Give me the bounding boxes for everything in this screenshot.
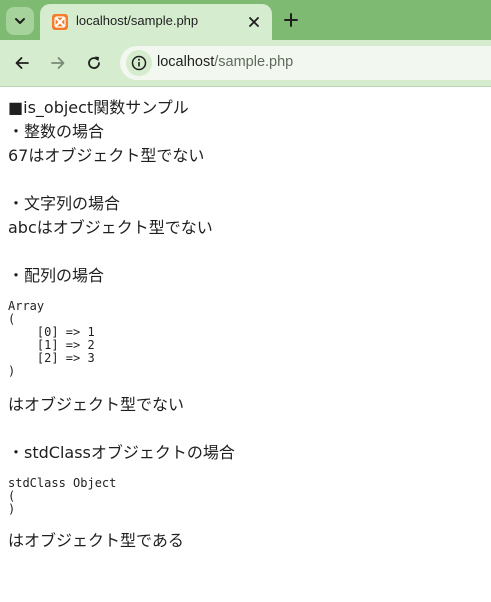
int-result: 67はオブジェクト型でない (8, 146, 205, 165)
tab-search-button[interactable] (6, 7, 34, 35)
site-info-button[interactable] (126, 50, 152, 76)
active-tab[interactable]: localhost/sample.php (40, 4, 272, 40)
tab-title: localhost/sample.php (76, 13, 199, 28)
obj-result: はオブジェクト型である (8, 531, 184, 550)
browser-toolbar: localhost/sample.php (0, 40, 491, 87)
str-section-title: ・文字列の場合 (8, 194, 121, 213)
obj-dump: stdClass Object ( ) (8, 476, 117, 516)
arr-dump: Array ( [0] => 1 [1] => 2 [2] => 3 ) (8, 299, 95, 378)
url-host: localhost (157, 54, 215, 70)
tab-strip: localhost/sample.php (0, 0, 491, 40)
arr-result: はオブジェクト型でない (8, 395, 185, 414)
reload-icon[interactable] (85, 54, 103, 72)
int-section-title: ・整数の場合 (8, 122, 105, 141)
page-heading: ■is_object関数サンプル (8, 98, 189, 117)
url-path: /sample.php (214, 54, 294, 70)
obj-section-title: ・stdClassオブジェクトの場合 (8, 443, 235, 462)
xampp-icon (52, 14, 68, 30)
arrow-right-icon[interactable] (49, 54, 67, 72)
plus-icon[interactable] (282, 11, 300, 29)
arr-section-title: ・配列の場合 (8, 266, 105, 285)
url-text: localhost/sample.php (157, 54, 293, 70)
str-result: abcはオブジェクト型でない (8, 218, 213, 237)
chevron-down-icon (15, 18, 25, 24)
address-bar[interactable]: localhost/sample.php (120, 46, 491, 80)
close-icon[interactable] (246, 14, 262, 30)
site-info-icon (131, 55, 147, 71)
arrow-left-icon[interactable] (13, 54, 31, 72)
